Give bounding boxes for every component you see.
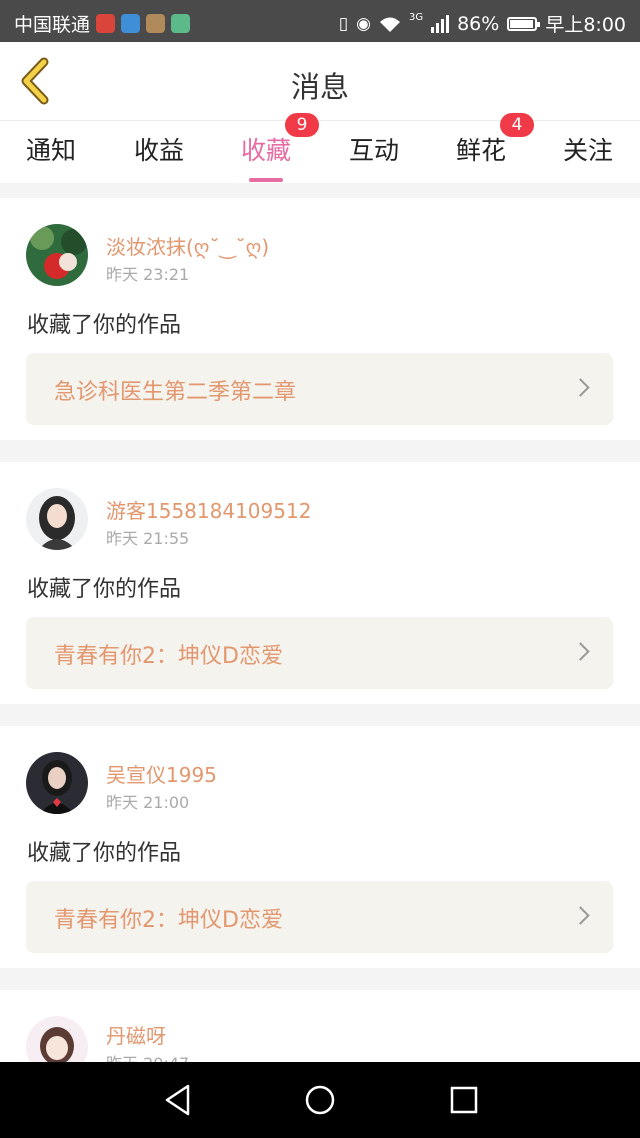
- chevron-right-icon: [571, 642, 590, 661]
- tab-label: 互动: [349, 136, 400, 165]
- avatar[interactable]: [26, 1016, 88, 1062]
- unread-badge: 9: [285, 113, 319, 137]
- huawei-app-icon: [146, 14, 166, 33]
- work-title: 青春有你2：坤仪D恋爱: [54, 908, 283, 933]
- page-title: 消息: [290, 70, 349, 104]
- username[interactable]: 吴宣仪1995: [106, 759, 217, 788]
- system-nav-bar: [0, 1062, 640, 1138]
- status-right: ▯ ◉ 3G 86% 早上8:00: [339, 10, 626, 37]
- message-card: 吴宣仪1995 昨天 21:00 收藏了你的作品 青春有你2：坤仪D恋爱: [0, 726, 640, 968]
- back-triangle-icon[interactable]: [162, 1082, 194, 1118]
- tab-label: 通知: [26, 136, 77, 165]
- clock: 早上8:00: [545, 14, 626, 36]
- status-left: 中国联通: [14, 10, 191, 37]
- work-link[interactable]: 青春有你2：坤仪D恋爱: [26, 617, 613, 689]
- tab-notifications[interactable]: 通知: [26, 131, 76, 167]
- store-app-icon: [171, 14, 191, 33]
- signal-icon: [431, 14, 450, 33]
- action-text: 收藏了你的作品: [27, 841, 182, 866]
- message-time: 昨天 23:21: [106, 265, 190, 284]
- avatar-image: [26, 488, 88, 550]
- tab-favorites[interactable]: 收藏 9: [241, 113, 319, 182]
- tab-flowers[interactable]: 鲜花 4: [456, 113, 534, 167]
- message-time: 昨天 20:47: [106, 1050, 189, 1062]
- avatar-image: [26, 224, 88, 286]
- chevron-right-icon: [571, 906, 590, 925]
- message-time: 昨天 21:00: [106, 793, 190, 812]
- message-card: 丹磁呀 昨天 20:47: [0, 990, 640, 1062]
- chevron-right-icon: [571, 378, 590, 397]
- tab-label: 收益: [134, 136, 185, 165]
- status-bar: 中国联通 ▯ ◉ 3G 86% 早上8:00: [0, 0, 640, 42]
- app-header: 消息: [0, 42, 640, 121]
- browser-app-icon: [121, 14, 141, 33]
- battery-level: [510, 19, 533, 28]
- home-circle-icon[interactable]: [304, 1082, 336, 1118]
- tab-bar: 通知 收益 收藏 9 互动 鲜花 4 关注: [0, 113, 640, 183]
- tab-follows[interactable]: 关注: [563, 131, 613, 167]
- battery-icon: [507, 16, 541, 31]
- message-time: 昨天 21:55: [106, 529, 190, 548]
- avatar-image: [26, 1016, 88, 1062]
- tab-interactions[interactable]: 互动: [349, 131, 399, 167]
- tab-earnings[interactable]: 收益: [134, 131, 184, 167]
- tab-label: 鲜花: [456, 136, 507, 165]
- avatar-image: [26, 752, 88, 814]
- username[interactable]: 游客1558184109512: [106, 495, 311, 524]
- flash-app-icon: [96, 14, 116, 33]
- work-title: 急诊科医生第二季第二章: [54, 380, 297, 405]
- active-tab-indicator: [249, 178, 284, 182]
- avatar[interactable]: [26, 752, 88, 814]
- message-card: 淡妆浓抹(ღ˘‿˘ღ) 昨天 23:21 收藏了你的作品 急诊科医生第二季第二章: [0, 198, 640, 440]
- carrier-label: 中国联通: [14, 14, 91, 36]
- eye-icon: ◉: [356, 13, 371, 34]
- avatar[interactable]: [26, 224, 88, 286]
- tab-label: 收藏: [241, 136, 292, 165]
- wifi-icon: [379, 17, 400, 32]
- unread-badge: 4: [500, 113, 534, 137]
- vibrate-icon: ▯: [338, 13, 349, 34]
- work-link[interactable]: 急诊科医生第二季第二章: [26, 353, 613, 425]
- action-text: 收藏了你的作品: [27, 313, 182, 338]
- recents-square-icon[interactable]: [448, 1082, 480, 1118]
- tab-label: 关注: [563, 136, 614, 165]
- action-text: 收藏了你的作品: [27, 577, 182, 602]
- work-link[interactable]: 青春有你2：坤仪D恋爱: [26, 881, 613, 953]
- username[interactable]: 丹磁呀: [106, 1020, 166, 1049]
- avatar[interactable]: [26, 488, 88, 550]
- network-type-label: 3G: [408, 12, 424, 23]
- username[interactable]: 淡妆浓抹(ღ˘‿˘ღ): [106, 231, 269, 260]
- message-card: 游客1558184109512 昨天 21:55 收藏了你的作品 青春有你2：坤…: [0, 462, 640, 704]
- battery-percent: 86%: [457, 12, 500, 35]
- work-title: 青春有你2：坤仪D恋爱: [54, 644, 283, 669]
